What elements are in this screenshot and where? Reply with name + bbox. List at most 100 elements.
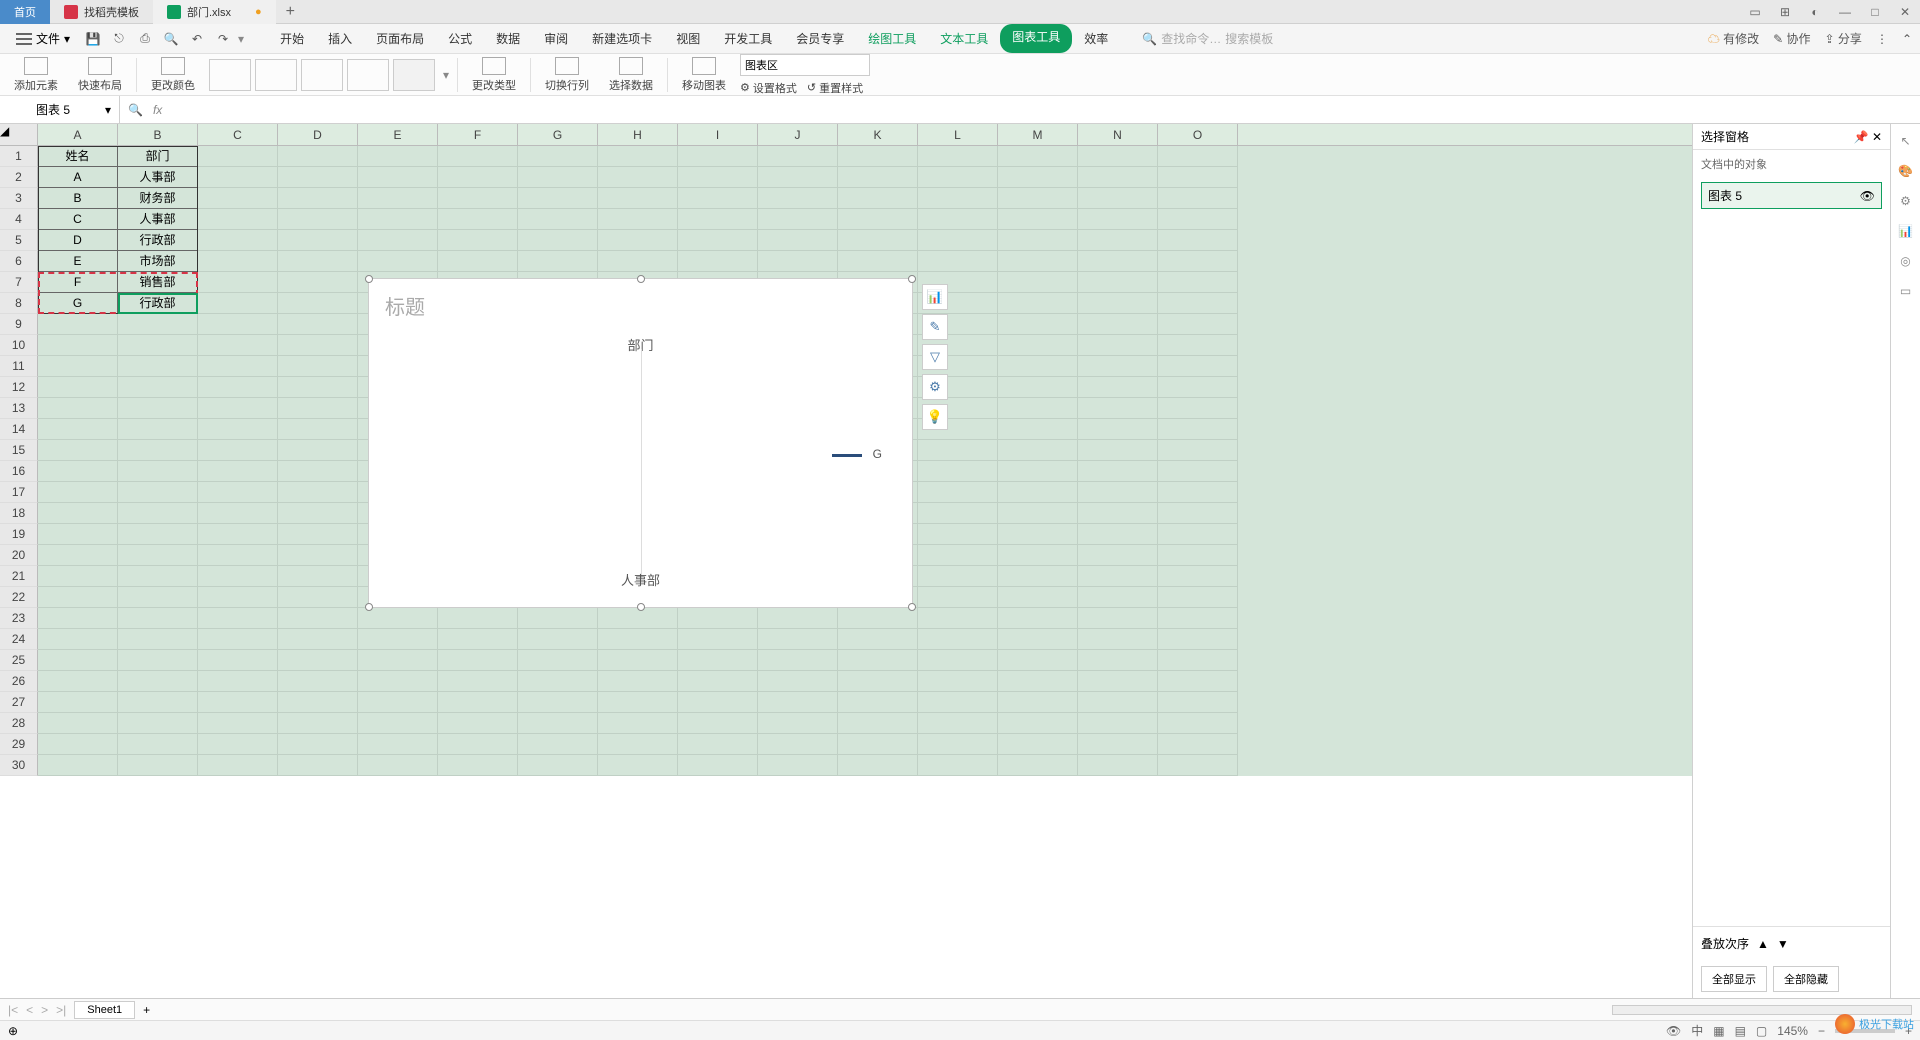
row-header[interactable]: 22	[0, 587, 38, 608]
cell[interactable]	[998, 692, 1078, 713]
cell[interactable]	[1158, 209, 1238, 230]
cell[interactable]	[38, 482, 118, 503]
cell[interactable]	[1078, 608, 1158, 629]
cell[interactable]	[838, 650, 918, 671]
sheet-nav-first-icon[interactable]: |<	[8, 1003, 18, 1017]
row-header[interactable]: 20	[0, 545, 38, 566]
cell[interactable]	[518, 209, 598, 230]
cell[interactable]	[438, 230, 518, 251]
cell[interactable]	[1158, 293, 1238, 314]
cell[interactable]	[598, 188, 678, 209]
cell[interactable]	[1158, 167, 1238, 188]
sheet-nav-last-icon[interactable]: >|	[56, 1003, 66, 1017]
cell[interactable]	[518, 713, 598, 734]
cell[interactable]: B	[38, 188, 118, 209]
cell[interactable]	[278, 608, 358, 629]
gallery-expand-icon[interactable]: ▾	[443, 68, 449, 82]
cell[interactable]	[278, 482, 358, 503]
cell[interactable]: F	[38, 272, 118, 293]
cell[interactable]	[998, 377, 1078, 398]
collapse-ribbon-icon[interactable]: ⌃	[1902, 32, 1912, 46]
cell[interactable]	[758, 608, 838, 629]
cell[interactable]	[198, 188, 278, 209]
cell[interactable]	[38, 377, 118, 398]
cell[interactable]	[118, 587, 198, 608]
cell[interactable]	[1158, 230, 1238, 251]
cell[interactable]	[918, 734, 998, 755]
book-icon[interactable]: ▭	[1897, 282, 1915, 300]
row-header[interactable]: 2	[0, 167, 38, 188]
cell[interactable]	[918, 713, 998, 734]
resize-handle[interactable]	[365, 275, 373, 283]
cell[interactable]	[1158, 545, 1238, 566]
cell[interactable]	[278, 440, 358, 461]
col-header[interactable]: O	[1158, 124, 1238, 145]
row-header[interactable]: 6	[0, 251, 38, 272]
cell[interactable]	[278, 230, 358, 251]
zoom-icon[interactable]: 🔍	[128, 103, 143, 117]
cell[interactable]	[198, 440, 278, 461]
menu-tab-dev[interactable]: 开发工具	[712, 24, 784, 53]
cell[interactable]	[278, 566, 358, 587]
cell[interactable]	[118, 650, 198, 671]
cell[interactable]	[1078, 524, 1158, 545]
cell[interactable]	[118, 566, 198, 587]
cell[interactable]: 市场部	[118, 251, 198, 272]
cell[interactable]	[278, 398, 358, 419]
cell[interactable]	[38, 419, 118, 440]
cell[interactable]	[918, 461, 998, 482]
cell[interactable]	[1078, 629, 1158, 650]
row-header[interactable]: 25	[0, 650, 38, 671]
row-header[interactable]: 16	[0, 461, 38, 482]
cell[interactable]	[278, 167, 358, 188]
cell[interactable]	[998, 314, 1078, 335]
cell[interactable]	[118, 398, 198, 419]
search-tpl-label[interactable]: 搜索模板	[1225, 30, 1273, 47]
zoom-level[interactable]: 145%	[1777, 1024, 1808, 1038]
cell[interactable]	[678, 230, 758, 251]
row-header[interactable]: 23	[0, 608, 38, 629]
cell[interactable]	[918, 755, 998, 776]
row-header[interactable]: 9	[0, 314, 38, 335]
cell[interactable]	[758, 650, 838, 671]
cell[interactable]	[918, 146, 998, 167]
cell[interactable]	[198, 398, 278, 419]
cell[interactable]	[998, 734, 1078, 755]
cell[interactable]	[438, 167, 518, 188]
menu-tab-layout[interactable]: 页面布局	[364, 24, 436, 53]
cell[interactable]	[278, 461, 358, 482]
cell[interactable]	[278, 755, 358, 776]
cell[interactable]	[678, 188, 758, 209]
cell[interactable]	[118, 377, 198, 398]
menu-tab-draw[interactable]: 绘图工具	[856, 24, 928, 53]
name-box-dropdown-icon[interactable]: ▾	[105, 103, 111, 117]
cell[interactable]	[118, 608, 198, 629]
cell[interactable]	[198, 503, 278, 524]
row-header[interactable]: 26	[0, 671, 38, 692]
cell[interactable]	[278, 587, 358, 608]
cell[interactable]	[198, 587, 278, 608]
row-header[interactable]: 3	[0, 188, 38, 209]
cell[interactable]	[1078, 188, 1158, 209]
cell[interactable]	[198, 293, 278, 314]
cell[interactable]	[838, 188, 918, 209]
cell[interactable]	[918, 608, 998, 629]
cell[interactable]	[438, 650, 518, 671]
cell[interactable]	[838, 629, 918, 650]
cell[interactable]	[198, 608, 278, 629]
cell[interactable]	[678, 608, 758, 629]
cell[interactable]	[838, 713, 918, 734]
close-pane-icon[interactable]: ✕	[1872, 130, 1882, 144]
cell[interactable]	[1158, 188, 1238, 209]
cell[interactable]	[1158, 608, 1238, 629]
cell[interactable]	[358, 167, 438, 188]
cell[interactable]	[838, 251, 918, 272]
cell[interactable]	[38, 629, 118, 650]
status-mode-icon[interactable]: ⊕	[8, 1024, 18, 1038]
cell[interactable]	[1078, 461, 1158, 482]
cell[interactable]: 姓名	[38, 146, 118, 167]
hide-all-button[interactable]: 全部隐藏	[1773, 966, 1839, 992]
view-page-icon[interactable]: ▤	[1735, 1024, 1746, 1038]
cell[interactable]	[438, 713, 518, 734]
cell[interactable]	[1158, 692, 1238, 713]
